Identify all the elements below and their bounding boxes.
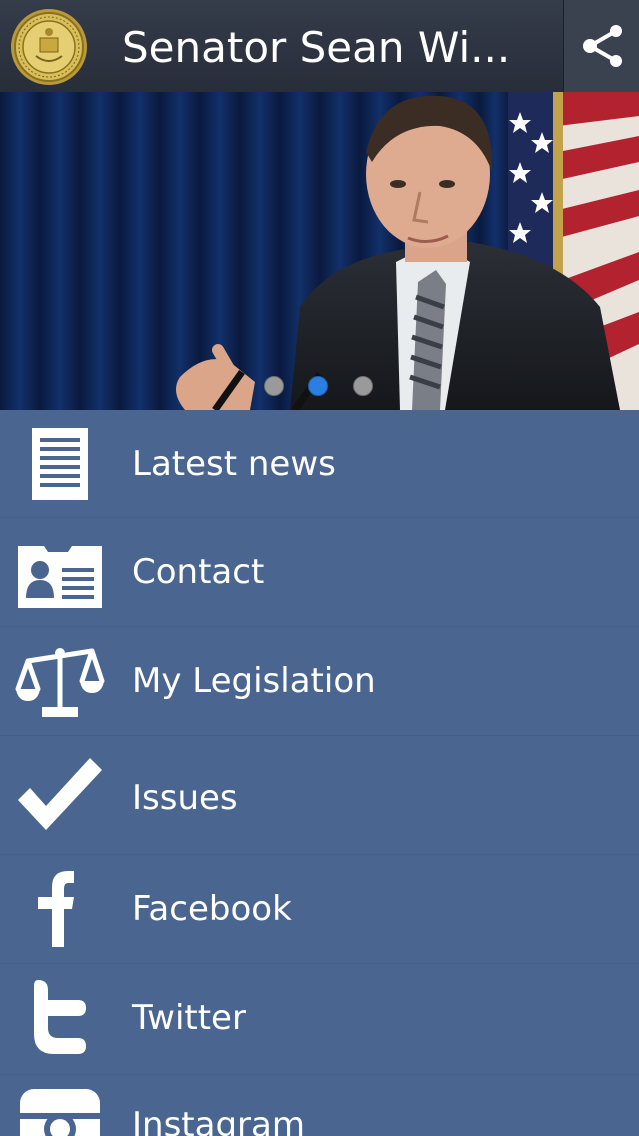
menu-item-contact[interactable]: Contact xyxy=(0,518,639,627)
page-title: Senator Sean Wi... xyxy=(122,23,511,72)
pagination-dot[interactable] xyxy=(353,376,373,396)
slider-pagination xyxy=(264,374,376,398)
menu-item-my-legislation[interactable]: My Legislation xyxy=(0,627,639,736)
menu-item-twitter[interactable]: Twitter xyxy=(0,964,639,1075)
document-icon xyxy=(14,424,106,506)
menu-item-instagram[interactable]: Instagram xyxy=(0,1075,639,1136)
menu-label: Facebook xyxy=(132,889,292,929)
menu-label: Issues xyxy=(132,778,238,818)
instagram-icon xyxy=(14,1085,106,1136)
app-root: Senator Sean Wi... Latest news Contact M… xyxy=(0,0,639,1136)
share-button[interactable] xyxy=(563,0,639,92)
pagination-dot-active[interactable] xyxy=(308,376,328,396)
menu-item-latest-news[interactable]: Latest news xyxy=(0,410,639,518)
menu-label: Twitter xyxy=(132,998,246,1038)
share-icon xyxy=(583,25,622,67)
state-seal-icon xyxy=(10,8,88,86)
facebook-icon xyxy=(14,867,106,949)
twitter-icon xyxy=(14,976,106,1058)
main-menu: Latest news Contact My Legislation Issue… xyxy=(0,410,639,1136)
menu-label: Contact xyxy=(132,552,265,592)
scales-icon xyxy=(14,641,106,723)
hero-photo xyxy=(0,92,639,410)
contact-card-icon xyxy=(14,532,106,614)
menu-item-facebook[interactable]: Facebook xyxy=(0,855,639,964)
menu-label: Instagram xyxy=(132,1105,305,1136)
pagination-dot[interactable] xyxy=(264,376,284,396)
menu-label: My Legislation xyxy=(132,661,376,701)
app-header: Senator Sean Wi... xyxy=(0,0,639,93)
hero-slider[interactable] xyxy=(0,92,639,410)
menu-item-issues[interactable]: Issues xyxy=(0,736,639,855)
checkmark-icon xyxy=(14,754,106,836)
menu-label: Latest news xyxy=(132,444,336,484)
